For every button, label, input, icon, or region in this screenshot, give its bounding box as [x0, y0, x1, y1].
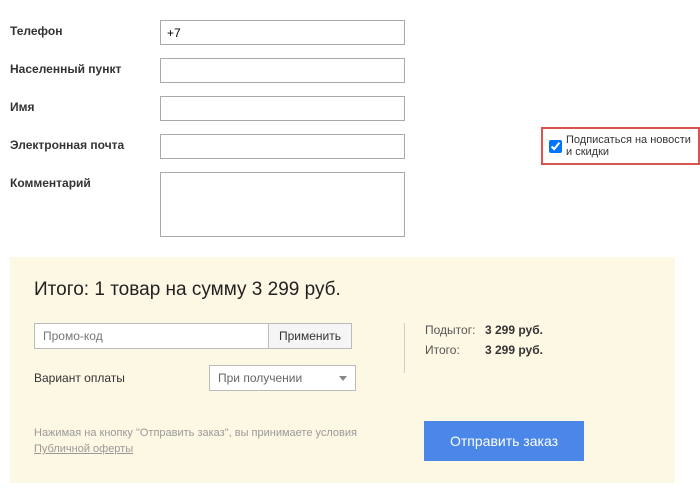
total-value: 3 299 руб.	[485, 343, 543, 357]
email-input[interactable]	[160, 134, 405, 159]
subscribe-highlight: Подписаться на новости и скидки	[541, 127, 700, 165]
payment-select[interactable]: При получении	[209, 365, 356, 391]
city-label: Населенный пункт	[10, 58, 160, 76]
summary-title: Итого: 1 товар на сумму 3 299 руб.	[34, 279, 651, 301]
phone-input[interactable]	[160, 20, 405, 45]
total-label: Итого:	[425, 343, 485, 357]
email-label: Электронная почта	[10, 134, 160, 152]
subtotal-value: 3 299 руб.	[485, 323, 543, 337]
promo-apply-button[interactable]: Применить	[269, 323, 352, 349]
disclaimer-text: Нажимая на кнопку "Отправить заказ", вы …	[34, 425, 404, 458]
name-label: Имя	[10, 96, 160, 114]
comment-label: Комментарий	[10, 172, 160, 190]
subtotal-label: Подытог:	[425, 323, 485, 337]
name-input[interactable]	[160, 96, 405, 121]
payment-selected-value: При получении	[218, 371, 302, 385]
phone-label: Телефон	[10, 20, 160, 38]
subscribe-checkbox[interactable]	[549, 140, 562, 153]
city-input[interactable]	[160, 58, 405, 83]
submit-order-button[interactable]: Отправить заказ	[424, 421, 584, 461]
vertical-divider	[404, 323, 405, 373]
totals-block: Подытог: 3 299 руб. Итого: 3 299 руб.	[425, 323, 543, 363]
order-summary: Итого: 1 товар на сумму 3 299 руб. Приме…	[10, 257, 675, 483]
promo-input[interactable]	[34, 323, 269, 349]
comment-textarea[interactable]	[160, 172, 405, 237]
public-offer-link[interactable]: Публичной оферты	[34, 443, 133, 455]
payment-label: Вариант оплаты	[34, 371, 209, 385]
subscribe-label: Подписаться на новости и скидки	[566, 134, 692, 158]
